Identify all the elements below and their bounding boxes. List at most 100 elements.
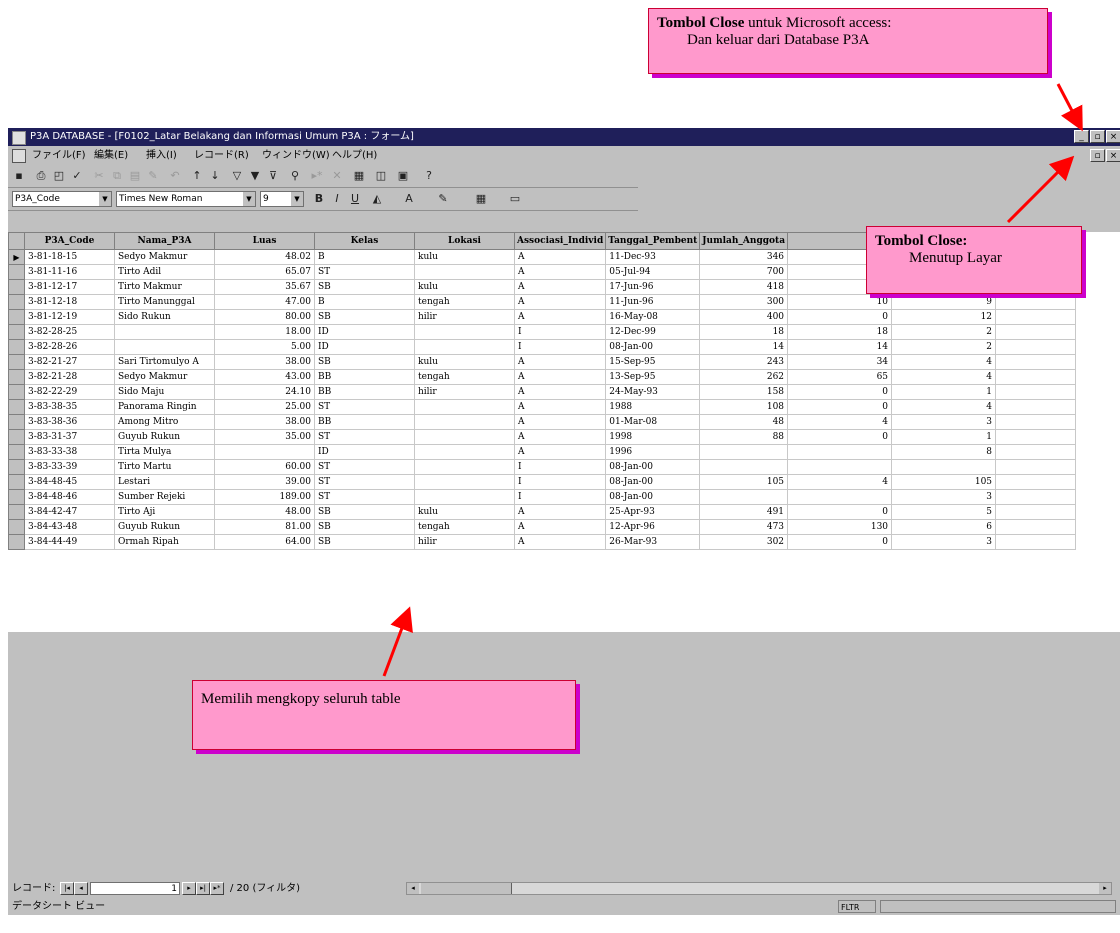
table-cell[interactable]: 1988 — [605, 399, 701, 415]
table-cell[interactable]: Tirto Martu — [114, 459, 215, 475]
table-row[interactable]: 3-84-43-48 Guyub Rukun 81.00 SB tengah A 12-Ap… — [8, 519, 1077, 535]
table-cell[interactable] — [995, 309, 1077, 325]
table-cell[interactable]: SB — [314, 519, 415, 535]
column-header[interactable]: Associasi_Individ — [513, 232, 607, 250]
font-color-icon[interactable]: A — [402, 192, 416, 206]
table-cell[interactable]: 400 — [699, 309, 789, 325]
table-cell[interactable]: 3-81-12-17 — [24, 279, 115, 295]
table-cell[interactable] — [414, 459, 515, 475]
table-cell[interactable]: 88 — [699, 429, 789, 445]
table-cell[interactable]: 08-Jan-00 — [605, 339, 701, 355]
column-header[interactable]: P3A_Code — [24, 232, 115, 250]
table-cell[interactable]: 01-Mar-08 — [605, 414, 701, 430]
table-cell[interactable]: 1996 — [605, 444, 701, 460]
table-cell[interactable]: 0 — [787, 504, 893, 520]
row-selector[interactable] — [8, 519, 25, 535]
table-cell[interactable]: BB — [314, 414, 415, 430]
table-cell[interactable]: 16-May-08 — [605, 309, 701, 325]
table-cell[interactable]: 189.00 — [214, 489, 315, 505]
table-cell[interactable]: 262 — [699, 369, 789, 385]
first-record-button[interactable]: |◂ — [60, 882, 74, 895]
table-cell[interactable]: 17-Jun-96 — [605, 279, 701, 295]
table-cell[interactable]: I — [513, 339, 607, 355]
sort-ascending-icon[interactable]: ↑ — [190, 169, 204, 183]
table-cell[interactable]: 1 — [891, 429, 997, 445]
table-cell[interactable]: A — [513, 444, 607, 460]
table-cell[interactable]: ST — [314, 489, 415, 505]
table-cell[interactable]: I — [513, 489, 607, 505]
minimize-button[interactable]: _ — [1074, 130, 1089, 143]
table-cell[interactable]: 10 — [787, 294, 893, 310]
table-cell[interactable]: A — [513, 534, 607, 550]
row-selector[interactable] — [8, 279, 25, 295]
table-row[interactable]: 3-84-48-46 Sumber Rejeki 189.00 ST I 08-Jan-0… — [8, 489, 1077, 505]
gridlines-icon[interactable]: ▦ — [474, 192, 488, 206]
table-cell[interactable]: 80.00 — [214, 309, 315, 325]
table-cell[interactable]: 130 — [787, 519, 893, 535]
table-cell[interactable]: SB — [314, 309, 415, 325]
table-cell[interactable]: 6 — [891, 519, 997, 535]
table-cell[interactable]: ST — [314, 459, 415, 475]
office-assistant-icon[interactable]: ? — [422, 169, 436, 183]
table-cell[interactable]: kulu — [414, 504, 515, 520]
menu-edit[interactable]: 編集(E) — [94, 147, 128, 164]
fill-color-icon[interactable]: ◭ — [370, 192, 384, 206]
table-cell[interactable]: SB — [314, 354, 415, 370]
table-cell[interactable] — [414, 474, 515, 490]
table-cell[interactable]: Tirto Aji — [114, 504, 215, 520]
font-name-select[interactable]: Times New Roman ▼ — [116, 191, 256, 207]
table-cell[interactable]: 18 — [787, 324, 893, 340]
record-number-input[interactable]: 1 — [90, 882, 180, 895]
table-cell[interactable]: 4 — [891, 369, 997, 385]
table-cell[interactable] — [787, 459, 893, 475]
table-cell[interactable]: tengah — [414, 294, 515, 310]
table-cell[interactable]: A — [513, 369, 607, 385]
table-cell[interactable]: 158 — [699, 384, 789, 400]
table-cell[interactable] — [995, 339, 1077, 355]
table-cell[interactable]: 2 — [891, 324, 997, 340]
maximize-button[interactable]: ▫ — [1090, 130, 1105, 143]
row-selector[interactable] — [8, 399, 25, 415]
column-header[interactable]: Luas — [214, 232, 315, 250]
table-cell[interactable]: 3-81-18-15 — [24, 249, 115, 265]
table-cell[interactable] — [114, 324, 215, 340]
row-selector[interactable] — [8, 489, 25, 505]
table-cell[interactable]: ST — [314, 399, 415, 415]
table-cell[interactable]: 2 — [891, 339, 997, 355]
table-cell[interactable]: 3-84-48-45 — [24, 474, 115, 490]
table-cell[interactable]: B — [314, 294, 415, 310]
table-cell[interactable]: 3-83-33-39 — [24, 459, 115, 475]
table-cell[interactable] — [995, 384, 1077, 400]
table-cell[interactable]: 24-May-93 — [605, 384, 701, 400]
bold-button[interactable]: B — [312, 192, 326, 206]
row-selector[interactable] — [8, 354, 25, 370]
table-cell[interactable]: 35.67 — [214, 279, 315, 295]
table-cell[interactable]: SB — [314, 504, 415, 520]
table-cell[interactable]: ID — [314, 339, 415, 355]
table-row[interactable]: 3-84-48-45 Lestari 39.00 ST I 08-Jan-00 105 4 10… — [8, 474, 1077, 490]
last-record-button[interactable]: ▸| — [196, 882, 210, 895]
table-cell[interactable]: ST — [314, 429, 415, 445]
menu-records[interactable]: レコード(R) — [194, 147, 249, 164]
table-cell[interactable]: 12-Dec-99 — [605, 324, 701, 340]
table-cell[interactable]: 3 — [891, 489, 997, 505]
table-cell[interactable]: 39.00 — [214, 474, 315, 490]
properties-icon[interactable]: ▦ — [352, 169, 366, 183]
table-cell[interactable]: 0 — [787, 429, 893, 445]
menu-insert[interactable]: 挿入(I) — [146, 147, 177, 164]
table-cell[interactable] — [995, 474, 1077, 490]
table-cell[interactable]: 48.02 — [214, 249, 315, 265]
print-icon[interactable]: ⎙ — [34, 169, 48, 183]
form-icon[interactable] — [12, 149, 26, 163]
table-cell[interactable]: 5 — [891, 504, 997, 520]
menu-help[interactable]: ヘルプ(H) — [332, 147, 377, 164]
delete-record-icon[interactable]: ✕ — [330, 169, 344, 183]
cut-icon[interactable]: ✂ — [92, 169, 106, 183]
table-cell[interactable]: A — [513, 309, 607, 325]
table-cell[interactable]: 3-84-42-47 — [24, 504, 115, 520]
undo-icon[interactable]: ↶ — [168, 169, 182, 183]
table-cell[interactable]: 18.00 — [214, 324, 315, 340]
table-cell[interactable]: 48.00 — [214, 504, 315, 520]
filter-by-selection-icon[interactable]: ▽ — [230, 169, 244, 183]
table-row[interactable]: 3-83-38-36 Among Mitro 38.00 BB A 01-Mar-08 48… — [8, 414, 1077, 430]
